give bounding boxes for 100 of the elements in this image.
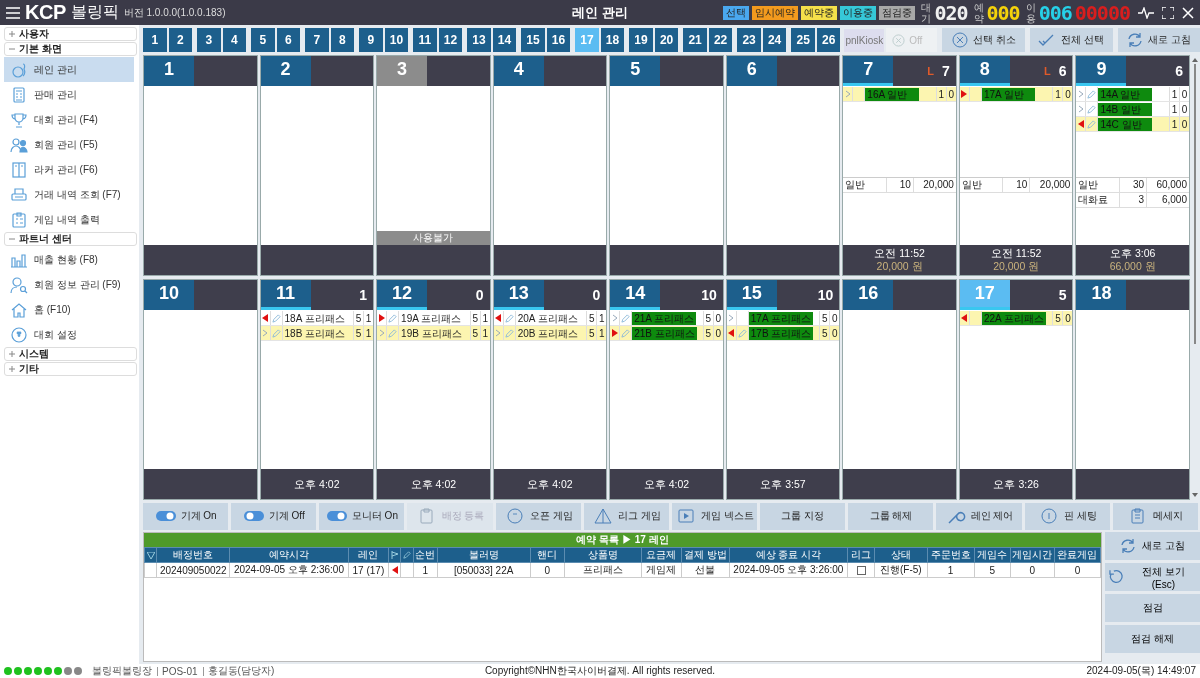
lane-tab[interactable]: 23 — [737, 28, 761, 52]
lane-tab[interactable]: 18 — [600, 28, 625, 52]
action-button[interactable]: 게임 넥스트 — [672, 502, 758, 530]
scroll-up-icon[interactable] — [1192, 58, 1198, 62]
column-header[interactable]: 상품명 — [564, 547, 642, 563]
toolbar-button[interactable]: 새로 고침 — [1117, 28, 1200, 52]
action-button[interactable]: 레인 제어 — [936, 502, 1022, 530]
column-header[interactable]: 예약시각 — [229, 547, 349, 563]
scrollbar-thumb[interactable] — [1194, 64, 1196, 344]
lane-tab[interactable]: 12 — [438, 28, 463, 52]
column-header[interactable]: 주문번호 — [927, 547, 975, 563]
side-button[interactable]: 새로 고침 — [1105, 532, 1200, 560]
lane-tab[interactable]: 19 — [629, 28, 653, 52]
lane-tab[interactable]: 11 — [413, 28, 437, 52]
toolbar-button[interactable]: 전체 선택 — [1029, 28, 1113, 52]
action-button[interactable]: 그룹 해제 — [848, 502, 934, 530]
column-header[interactable]: 결제 방법 — [681, 547, 730, 563]
action-button[interactable]: 모니터 On — [319, 502, 405, 530]
column-header[interactable]: 게임수 — [974, 547, 1011, 563]
lane-tab[interactable]: 1 — [143, 28, 167, 52]
lane-card[interactable]: 1 — [143, 55, 258, 276]
column-header[interactable]: 완료게임 — [1054, 547, 1101, 563]
game-row[interactable]: 17B 프리패스 5 0 — [726, 326, 840, 341]
action-button[interactable]: 리그 게임 — [583, 502, 669, 530]
lane-tab[interactable]: 7 — [305, 28, 329, 52]
lane-tab[interactable]: 25 — [791, 28, 815, 52]
lane-tab[interactable]: 10 — [384, 28, 409, 52]
action-button[interactable]: 핀 세팅 — [1024, 502, 1110, 530]
lane-card[interactable]: 12 0 19A 프리패스 5 1 19B 프리패스 5 1 오후 4:02 — [376, 279, 491, 500]
lane-tab[interactable]: 2 — [168, 28, 193, 52]
column-header[interactable]: 레인 — [348, 547, 389, 563]
lane-card[interactable]: 11 1 18A 프리패스 5 1 18B 프리패스 5 1 오후 4:02 — [259, 279, 375, 500]
menu-group[interactable]: 사용자 — [4, 27, 137, 41]
action-button[interactable]: 기계 On — [143, 502, 229, 530]
lane-tab[interactable]: 3 — [197, 28, 221, 52]
column-header[interactable]: 예상 종료 시각 — [729, 547, 848, 563]
lane-card[interactable]: 17 5 22A 프리패스 5 0 오후 3:26 — [958, 279, 1074, 500]
league-checkbox[interactable] — [856, 566, 866, 576]
sidebar-item[interactable]: 판매 관리 — [4, 82, 134, 107]
column-header[interactable]: 핸디 — [530, 547, 565, 563]
lane-card[interactable]: 14 10 21A 프리패스 5 0 21B 프리패스 5 0 오후 4:02 — [609, 279, 724, 500]
lane-card[interactable]: 18 — [1075, 279, 1190, 500]
sidebar-item[interactable]: 회원 관리 (F5) — [4, 132, 134, 157]
lane-card[interactable]: 13 0 20A 프리패스 5 1 20B 프리패스 5 1 오후 4:02 — [492, 279, 608, 500]
lane-card[interactable]: 10 — [143, 279, 258, 500]
action-button[interactable]: 메세지 — [1112, 502, 1198, 530]
lane-card[interactable]: 6 — [725, 55, 841, 276]
lane-tab[interactable]: 14 — [492, 28, 517, 52]
action-button[interactable]: 오픈 게임 — [495, 502, 581, 530]
lane-card[interactable]: 4 — [492, 55, 608, 276]
sidebar-item[interactable]: 게임 내역 출력 — [4, 207, 134, 232]
sidebar-item[interactable]: 레인 관리 — [4, 57, 134, 82]
sidebar-item[interactable]: 홈 (F10) — [4, 297, 134, 322]
lane-card[interactable]: 5 — [609, 55, 724, 276]
column-header[interactable]: 배정번호 — [156, 547, 230, 563]
column-header[interactable]: 리그 — [847, 547, 875, 563]
game-row[interactable]: 14C 일반 1 0 — [1076, 117, 1189, 132]
lane-tab[interactable]: 5 — [251, 28, 275, 52]
lane-tab[interactable]: 13 — [467, 28, 491, 52]
game-row[interactable]: 20B 프리패스 5 1 — [493, 326, 607, 341]
game-row[interactable]: 17A 일반 1 0 — [959, 87, 1073, 102]
game-row[interactable]: 14A 일반 1 0 — [1076, 87, 1189, 102]
lane-tab[interactable]: 24 — [762, 28, 787, 52]
column-header[interactable]: 상태 — [874, 547, 928, 563]
lane-tab[interactable]: 8 — [330, 28, 355, 52]
column-header[interactable] — [144, 547, 157, 563]
column-header[interactable]: 요금제 — [641, 547, 682, 563]
lane-card[interactable]: 16 — [842, 279, 957, 500]
lane-card[interactable]: 7 L 7 16A 일반 1 0 일반 10 20,000 오전 11:52 20,000 원 — [842, 55, 957, 276]
side-button[interactable]: 점검 — [1105, 594, 1200, 622]
sidebar-item[interactable]: 회원 정보 관리 (F9) — [4, 272, 134, 297]
column-header[interactable]: 볼러명 — [437, 547, 531, 563]
toolbar-button[interactable]: 선택 취소 — [942, 28, 1025, 52]
sidebar-item[interactable]: 대회 설정 — [4, 322, 134, 347]
lane-tab[interactable]: 16 — [546, 28, 571, 52]
lane-tab[interactable]: 26 — [816, 28, 841, 52]
game-row[interactable]: 21B 프리패스 5 0 — [610, 326, 723, 341]
lane-tab[interactable]: 9 — [359, 28, 383, 52]
lane-tab[interactable]: 6 — [276, 28, 301, 52]
menu-group[interactable]: 파트너 센터 — [4, 232, 137, 246]
fullscreen-icon[interactable] — [1162, 6, 1174, 19]
scroll-down-icon[interactable] — [1192, 493, 1198, 497]
game-row[interactable]: 16A 일반 1 0 — [843, 87, 956, 102]
side-button[interactable]: 점검 해제 — [1105, 625, 1200, 653]
lane-tab[interactable]: 15 — [521, 28, 545, 52]
action-button[interactable]: 기계 Off — [231, 502, 317, 530]
lane-tab[interactable]: 22 — [708, 28, 733, 52]
game-row[interactable]: 22A 프리패스 5 0 — [959, 311, 1073, 326]
lane-tab[interactable]: 21 — [683, 28, 707, 52]
lane-tab[interactable]: 4 — [222, 28, 247, 52]
lane-tab[interactable]: 20 — [654, 28, 679, 52]
close-icon[interactable] — [1182, 6, 1194, 19]
sidebar-item[interactable]: 대회 관리 (F4) — [4, 107, 134, 132]
menu-icon[interactable] — [6, 6, 20, 19]
lane-card[interactable]: 15 10 17A 프리패스 5 0 17B 프리패스 5 0 오후 3:57 — [725, 279, 841, 500]
action-button[interactable]: 그룹 지정 — [760, 502, 846, 530]
menu-group[interactable]: 기타 — [4, 362, 137, 376]
column-header[interactable]: 게임시간 — [1010, 547, 1055, 563]
lane-card[interactable]: 8 L 6 17A 일반 1 0 일반 10 20,000 오전 11:52 20,000 원 — [958, 55, 1074, 276]
game-row[interactable]: 19B 프리패스 5 1 — [377, 326, 490, 341]
